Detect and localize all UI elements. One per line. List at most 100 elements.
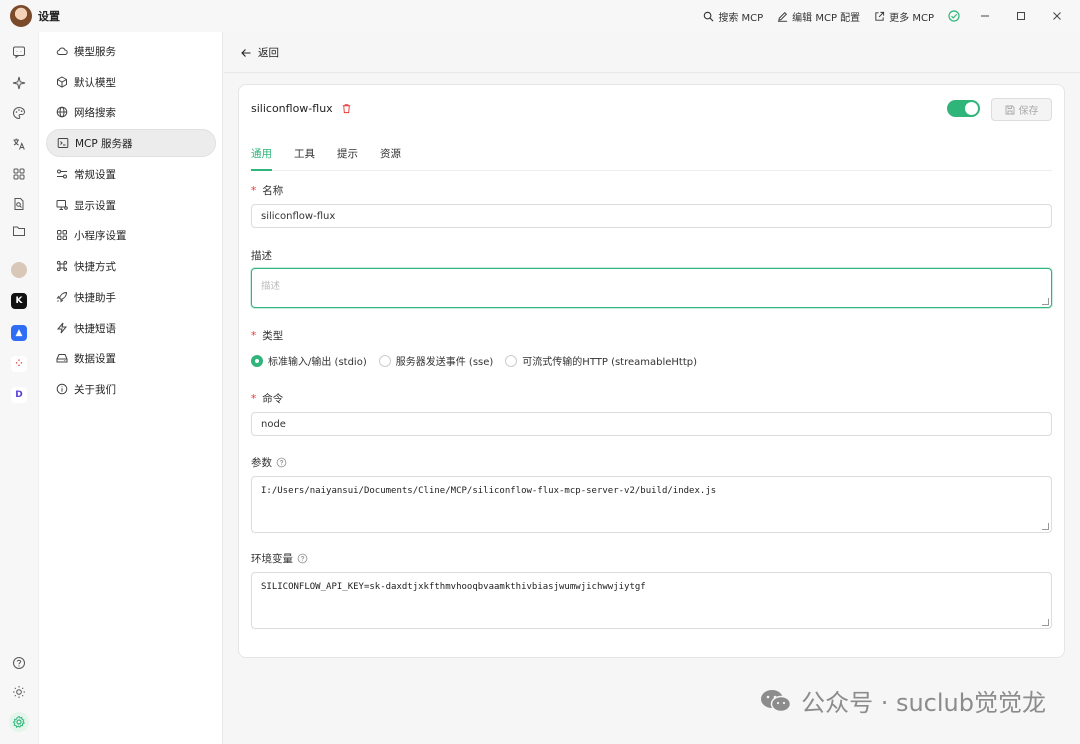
description-field[interactable]: 描述 <box>251 268 1052 308</box>
zap-icon <box>56 322 68 334</box>
sidebar-item-label: 显示设置 <box>74 199 116 212</box>
help-icon[interactable] <box>276 457 287 468</box>
palette-icon[interactable] <box>10 104 28 122</box>
args-value: I:/Users/naiyansui/Documents/Cline/MCP/s… <box>261 486 717 496</box>
check-circle-icon <box>948 10 960 22</box>
command-icon <box>56 260 68 272</box>
description-label-text: 描述 <box>251 250 272 262</box>
edit-mcp-config-button[interactable]: 编辑 MCP 配置 <box>777 9 860 24</box>
save-button[interactable]: 保存 <box>991 98 1052 121</box>
back-label: 返回 <box>258 47 279 59</box>
pencil-icon <box>778 11 788 22</box>
close-button[interactable] <box>1046 5 1068 27</box>
file-search-icon[interactable] <box>10 195 28 213</box>
sidebar-item-default-model[interactable]: 默认模型 <box>46 68 216 96</box>
command-label-text: 命令 <box>262 393 284 405</box>
sun-icon[interactable] <box>10 683 28 701</box>
globe-icon <box>56 106 68 118</box>
tab-tools[interactable]: 工具 <box>294 147 315 171</box>
name-label-text: 名称 <box>262 185 284 197</box>
sidebar-item-label: 模型服务 <box>74 45 116 58</box>
mini-app-d-icon[interactable]: D <box>11 387 27 403</box>
name-field-label: * 名称 <box>251 183 283 198</box>
sparkle-icon[interactable] <box>10 74 28 92</box>
sidebar-item-mini-app-settings[interactable]: 小程序设置 <box>46 221 216 249</box>
env-field-label: 环境变量 <box>251 551 308 566</box>
transport-type-radio-group: 标准输入/输出 (stdio) 服务器发送事件 (sse) 可流式传输的HTTP… <box>251 353 697 368</box>
sidebar-item-general-settings[interactable]: 常规设置 <box>46 160 216 188</box>
server-enabled-toggle[interactable] <box>947 100 980 117</box>
title-bar: 设置 搜索 MCP 编辑 MCP 配置 更多 MCP <box>0 0 1080 32</box>
sidebar-item-label: 默认模型 <box>74 76 116 89</box>
folder-icon[interactable] <box>10 222 28 240</box>
radio-streamable-http[interactable]: 可流式传输的HTTP (streamableHttp) <box>505 353 697 368</box>
sidebar-item-quick-assistant[interactable]: 快捷助手 <box>46 283 216 311</box>
resize-handle[interactable] <box>1042 619 1049 626</box>
search-mcp-button[interactable]: 搜索 MCP <box>703 9 763 24</box>
sidebar-item-display-settings[interactable]: 显示设置 <box>46 191 216 219</box>
help-icon[interactable] <box>297 553 308 564</box>
settings-gear-icon[interactable] <box>9 712 29 732</box>
radio-dot <box>251 354 263 367</box>
mini-app-k-icon[interactable]: K <box>11 293 27 309</box>
sidebar-item-quick-phrases[interactable]: 快捷短语 <box>46 314 216 342</box>
mini-app-mountain-icon[interactable]: ▲ <box>11 325 27 341</box>
title-bar-actions: 搜索 MCP 编辑 MCP 配置 更多 MCP <box>703 0 1068 32</box>
rocket-icon <box>56 291 68 303</box>
radio-label: 服务器发送事件 (sse) <box>395 357 494 368</box>
description-field-label: 描述 <box>251 248 272 263</box>
more-mcp-button[interactable]: 更多 MCP <box>874 9 934 24</box>
back-button[interactable]: 返回 <box>240 45 279 60</box>
apps-grid-icon[interactable] <box>10 165 28 183</box>
sidebar-item-model-service[interactable]: 模型服务 <box>46 37 216 65</box>
args-field[interactable]: I:/Users/naiyansui/Documents/Cline/MCP/s… <box>251 476 1052 533</box>
sidebar-item-data-settings[interactable]: 数据设置 <box>46 344 216 372</box>
sidebar-item-label: 网络搜索 <box>74 106 116 119</box>
minimize-icon <box>981 15 989 17</box>
watermark: 公众号 · suclub觉觉龙 <box>759 683 1046 718</box>
mini-app-dots-icon[interactable]: ⁘ <box>11 356 27 372</box>
maximize-button[interactable] <box>1010 5 1032 27</box>
sidebar-item-label: 快捷助手 <box>74 291 116 304</box>
sidebar-item-about[interactable]: 关于我们 <box>46 375 216 403</box>
tab-general[interactable]: 通用 <box>251 147 272 171</box>
sidebar-item-label: 关于我们 <box>74 383 116 396</box>
resize-handle[interactable] <box>1042 298 1049 305</box>
mini-app-avatar-icon[interactable] <box>11 262 27 278</box>
minimize-button[interactable] <box>974 5 996 27</box>
tab-resources[interactable]: 资源 <box>380 147 401 171</box>
wechat-icon <box>761 689 792 712</box>
radio-sse[interactable]: 服务器发送事件 (sse) <box>378 353 494 368</box>
chat-icon[interactable] <box>10 43 28 61</box>
tab-prompts[interactable]: 提示 <box>337 147 358 171</box>
resize-handle[interactable] <box>1042 523 1049 530</box>
sidebar-item-mcp-servers[interactable]: MCP 服务器 <box>46 129 216 157</box>
save-icon <box>1005 105 1014 114</box>
name-field[interactable]: siliconflow-flux <box>251 204 1052 228</box>
translate-icon[interactable] <box>10 135 28 153</box>
info-icon <box>56 383 68 395</box>
trash-icon[interactable] <box>341 103 352 114</box>
env-value: SILICONFLOW_API_KEY=sk-daxdtjxkfthmvhooq… <box>261 582 646 592</box>
args-field-label: 参数 <box>251 455 287 470</box>
radio-stdio[interactable]: 标准输入/输出 (stdio) <box>251 353 367 368</box>
monitor-icon <box>56 200 68 210</box>
command-field-label: * 命令 <box>251 391 283 406</box>
server-name-text: siliconflow-flux <box>251 102 333 115</box>
search-mcp-label: 搜索 MCP <box>718 12 764 24</box>
hard-drive-icon <box>56 354 68 363</box>
user-avatar[interactable] <box>10 5 32 27</box>
more-mcp-label: 更多 MCP <box>889 12 934 24</box>
sidebar-item-label: 小程序设置 <box>74 229 127 242</box>
sidebar-item-label: MCP 服务器 <box>75 137 133 150</box>
command-field[interactable]: node <box>251 412 1052 436</box>
required-marker: * <box>251 329 257 342</box>
sliders-icon <box>57 169 67 179</box>
sidebar-item-label: 快捷方式 <box>74 260 116 273</box>
sidebar-item-web-search[interactable]: 网络搜索 <box>46 98 216 126</box>
search-icon <box>704 11 714 21</box>
sidebar-item-shortcuts[interactable]: 快捷方式 <box>46 252 216 280</box>
help-circle-icon[interactable] <box>10 654 28 672</box>
box-icon <box>57 76 67 88</box>
env-field[interactable]: SILICONFLOW_API_KEY=sk-daxdtjxkfthmvhooq… <box>251 572 1052 629</box>
